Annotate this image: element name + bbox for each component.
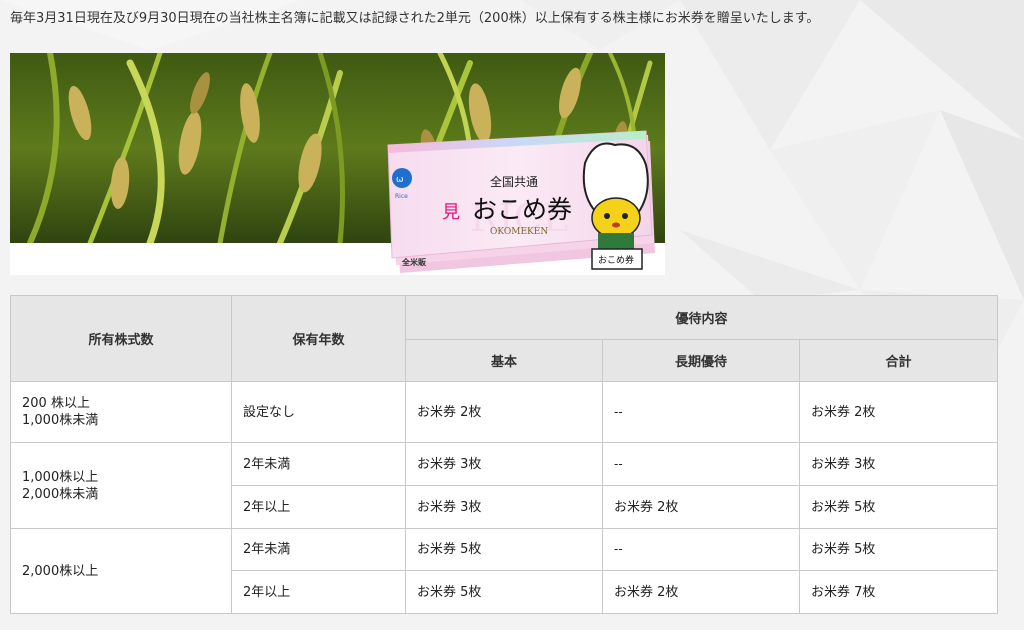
mascot-sign: おこめ券 (598, 254, 634, 266)
shareholder-benefits-table: 所有株式数 保有年数 優待内容 基本 長期優待 合計 200 株以上 1,000… (10, 295, 998, 614)
ticket-header: 全国共通 (490, 174, 538, 189)
header-shares: 所有株式数 (10, 295, 232, 382)
intro-text: 毎年3月31日現在及び9月30日現在の当社株主名簿に記載又は記録された2単元（2… (10, 11, 820, 26)
rice-ticket-image: RICE ω Rice 全国共通 見 おこめ券 OKOMEKEN 全米販 440… (10, 53, 665, 275)
header-basic: 基本 (405, 339, 603, 382)
shares-line: 2,000株未満 (22, 486, 99, 502)
total-cell: お米券 2枚 (799, 381, 998, 443)
shares-cell: 1,000株以上 2,000株未満 (10, 442, 232, 529)
ticket-sample-mark: 見 (442, 202, 460, 223)
header-total: 合計 (799, 339, 998, 382)
total-cell: お米券 7枚 (799, 570, 998, 614)
basic-cell: お米券 2枚 (405, 381, 603, 443)
years-cell: 2年以上 (231, 570, 406, 614)
long-term-cell: -- (602, 442, 800, 486)
long-term-cell: お米券 2枚 (602, 485, 800, 529)
total-cell: お米券 5枚 (799, 485, 998, 529)
shares-line: 2,000株以上 (22, 563, 99, 579)
years-cell: 2年以上 (231, 485, 406, 529)
svg-text:ω: ω (396, 175, 404, 185)
total-cell: お米券 5枚 (799, 528, 998, 571)
rice-mascot: おこめ券 (582, 142, 649, 270)
years-cell: 2年未満 (231, 528, 406, 571)
header-years: 保有年数 (231, 295, 406, 382)
long-term-cell: -- (602, 528, 800, 571)
basic-cell: お米券 5枚 (405, 528, 603, 571)
table-row: 200 株以上 1,000株未満 設定なし お米券 2枚 -- お米券 2枚 (10, 381, 998, 443)
ticket-subtitle: OKOMEKEN (490, 227, 548, 237)
header-long-term: 長期優待 (602, 339, 800, 382)
shares-cell: 2,000株以上 (10, 528, 232, 614)
ticket-logo-text: Rice (395, 193, 408, 200)
table-row: 1,000株以上 2,000株未満 2年未満 お米券 3枚 -- お米券 3枚 (10, 442, 998, 529)
shares-line: 200 株以上 (22, 396, 90, 411)
header-benefit: 優待内容 (405, 295, 998, 340)
basic-cell: お米券 5枚 (405, 570, 603, 614)
table-row: 2,000株以上 2年未満 お米券 5枚 -- お米券 5枚 (10, 528, 998, 614)
years-cell: 設定なし (231, 381, 406, 443)
years-cell: 2年未満 (231, 442, 406, 486)
basic-cell: お米券 3枚 (405, 485, 603, 529)
ticket-issuer: 全米販 (401, 257, 427, 267)
long-term-cell: お米券 2枚 (602, 570, 800, 614)
shares-cell: 200 株以上 1,000株未満 (10, 381, 232, 443)
shares-line: 1,000株未満 (22, 413, 99, 428)
shares-line: 1,000株以上 (22, 469, 99, 485)
total-cell: お米券 3枚 (799, 442, 998, 486)
long-term-cell: -- (602, 381, 800, 443)
basic-cell: お米券 3枚 (405, 442, 603, 486)
ticket-title: おこめ券 (472, 195, 572, 224)
